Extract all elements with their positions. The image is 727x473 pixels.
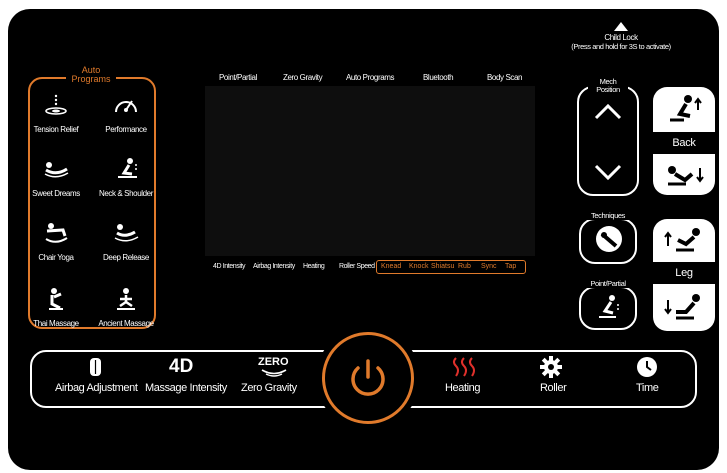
point-partial-icon [599, 295, 619, 318]
child-lock-hint: (Press and hold for 3S to activate) [571, 42, 671, 51]
program-thai-massage[interactable]: Thai Massage [24, 286, 88, 328]
display-screen [205, 86, 535, 256]
screen-label-body-scan: Body Scan [487, 73, 523, 82]
techniques-icon-wrap [594, 224, 624, 254]
mech-up-button[interactable] [590, 100, 626, 124]
program-label: Deep Release [103, 253, 149, 262]
chair-yoga-icon [45, 223, 68, 243]
program-performance[interactable]: Performance [94, 92, 158, 134]
mode-knock: Knock [409, 263, 429, 270]
thai-massage-icon [49, 288, 63, 310]
clock-icon [637, 357, 657, 377]
program-chair-yoga[interactable]: Chair Yoga [24, 220, 88, 262]
leg-down-icon [664, 294, 700, 320]
screen-label-point-partial: Point/Partial [219, 73, 257, 82]
roller-label: Roller [540, 382, 567, 394]
screen-label-4d-intensity: 4D Intensity [213, 263, 246, 270]
child-lock-title: Child Lock [604, 33, 638, 42]
heating-button[interactable]: Heating [442, 356, 486, 402]
leg-up-icon [664, 228, 700, 252]
program-label: Thai Massage [33, 319, 79, 328]
techniques-icon [596, 226, 622, 252]
time-button[interactable]: Time [628, 356, 668, 402]
heating-label: Heating [445, 382, 481, 394]
program-label: Tension Relief [33, 125, 79, 134]
back-up-button[interactable] [660, 92, 708, 128]
performance-gauge-icon [115, 100, 137, 113]
zero-gravity-label: Zero Gravity [241, 382, 297, 394]
mode-rub: Rub [458, 263, 471, 270]
program-neck-shoulder[interactable]: Neck & Shoulder [94, 156, 158, 198]
screen-label-roller-speed: Roller Speed [339, 263, 375, 270]
program-label: Performance [105, 125, 147, 134]
mode-shiatsu: Shiatsu [431, 263, 455, 270]
zero-gravity-button[interactable]: ZERO Zero Gravity [238, 356, 310, 402]
child-lock-button[interactable] [606, 20, 636, 32]
back-label: Back [653, 132, 715, 154]
heating-icon [453, 357, 475, 377]
point-partial-icon-wrap [594, 292, 624, 322]
program-sweet-dreams[interactable]: Sweet Dreams [24, 156, 88, 198]
sweet-dreams-icon [44, 162, 69, 178]
screen-label-auto-programs: Auto Programs [346, 73, 395, 82]
recline-up-icon [670, 95, 702, 122]
power-icon [351, 359, 385, 396]
screen-label-bluetooth: Bluetooth [423, 73, 454, 82]
auto-programs-title: Auto Programs [66, 66, 116, 84]
leg-down-button[interactable] [660, 290, 708, 324]
program-label: Neck & Shoulder [98, 189, 154, 198]
program-tension-relief[interactable]: Tension Relief [24, 92, 88, 134]
program-label: Chair Yoga [38, 253, 74, 262]
zero-waves-icon [261, 369, 287, 377]
airbag-icon [90, 358, 101, 376]
program-label: Sweet Dreams [32, 189, 80, 198]
program-deep-release[interactable]: Deep Release [94, 220, 158, 262]
mode-knead: Knead [381, 263, 402, 270]
chevron-up-icon [594, 103, 622, 120]
leg-up-button[interactable] [660, 224, 708, 258]
back-down-button[interactable] [660, 158, 708, 192]
neck-shoulder-icon [118, 158, 137, 178]
massage-intensity-button[interactable]: 4D Massage Intensity [145, 356, 229, 402]
screen-label-heating: Heating [303, 263, 325, 270]
massage-intensity-label: Massage Intensity [145, 382, 227, 394]
time-label: Time [636, 382, 659, 394]
gear-icon [540, 356, 562, 378]
program-ancient-massage[interactable]: Ancient Massage [94, 286, 158, 328]
tension-relief-icon [45, 94, 67, 115]
program-label: Ancient Massage [98, 319, 154, 328]
roller-button[interactable]: Roller [530, 356, 574, 402]
mech-down-button[interactable] [590, 160, 626, 184]
mech-position-label: Mech Position [588, 78, 628, 94]
chevron-down-icon [594, 164, 622, 181]
airbag-adjustment-label: Airbag Adjustment [55, 382, 138, 394]
point-partial-label: Point/Partial [585, 279, 631, 288]
mode-sync: Sync [481, 263, 497, 270]
techniques-label: Techniques [586, 211, 630, 220]
deep-release-icon [114, 224, 139, 242]
ancient-massage-icon [117, 288, 135, 310]
airbag-adjustment-button[interactable]: Airbag Adjustment [55, 356, 155, 402]
leg-label: Leg [653, 262, 715, 284]
power-button[interactable] [322, 332, 414, 424]
intensity-4d-icon: 4D [169, 356, 194, 377]
screen-label-airbag-intensity: Airbag Intensity [253, 263, 295, 270]
recline-down-icon [668, 166, 704, 186]
screen-label-zero-gravity: Zero Gravity [283, 73, 323, 82]
mode-tap: Tap [505, 263, 517, 270]
zero-gravity-icon: ZERO [258, 356, 289, 368]
triangle-up-icon [614, 22, 628, 31]
